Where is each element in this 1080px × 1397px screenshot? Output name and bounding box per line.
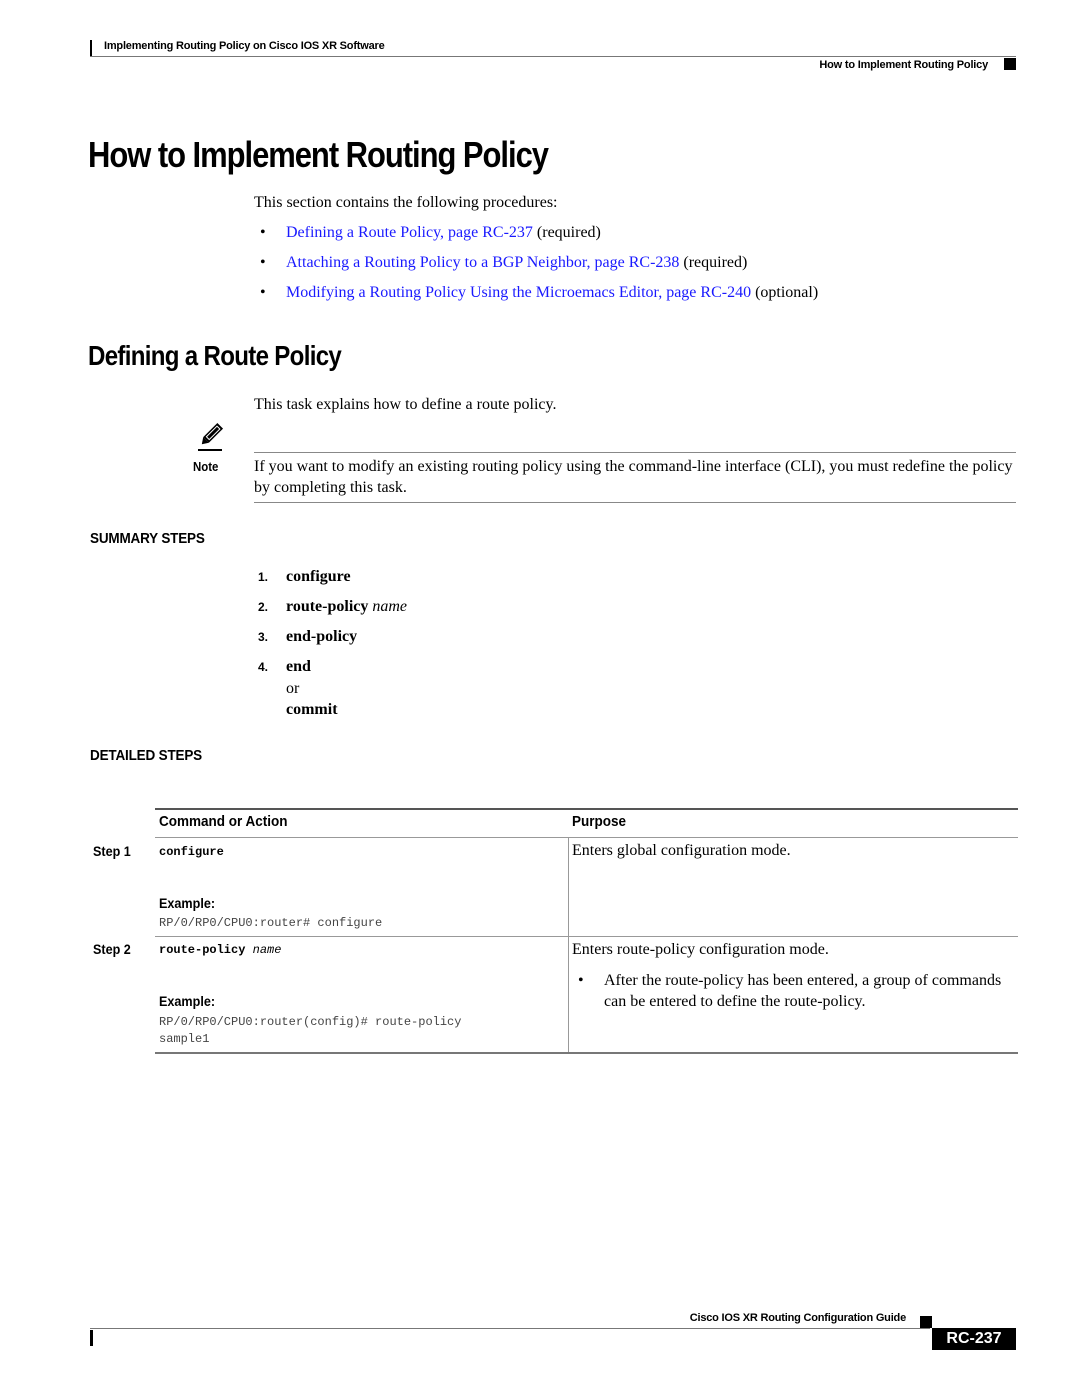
procedure-item: • Modifying a Routing Policy Using the M… [254,284,818,314]
procedure-item: • Defining a Route Policy, page RC-237 (… [254,224,818,254]
purpose-text: Enters global configuration mode. [572,842,791,859]
bullet-icon: • [260,284,266,301]
summary-steps-heading: SUMMARY STEPS [90,530,205,547]
summary-step: 1. configure [258,568,351,586]
table-row-command: configure [159,845,224,859]
footer-bar [90,1330,93,1346]
purpose-bullet-text: After the route-policy has been entered,… [604,972,1002,1010]
footer-marker [920,1316,932,1328]
step-command: end-policy [286,628,358,645]
command-keyword: route-policy [159,943,246,957]
step-number: 1. [258,570,269,584]
procedure-note: (required) [679,254,748,271]
step-label: Step 1 [93,843,131,859]
step-command: route-policy [286,598,369,615]
section-heading: Defining a Route Policy [88,340,342,371]
procedure-list: • Defining a Route Policy, page RC-237 (… [254,224,818,314]
procedure-link-attaching[interactable]: Attaching a Routing Policy to a BGP Neig… [286,254,679,271]
example-code: RP/0/RP0/CPU0:router# configure [159,916,383,930]
step-command: configure [286,568,351,585]
intro-text: This section contains the following proc… [254,194,558,211]
example-code: RP/0/RP0/CPU0:router(config)# route-poli… [159,1014,461,1048]
example-code-line: sample1 [159,1032,210,1046]
bullet-icon: • [578,972,584,989]
note-text: If you want to modify an existing routin… [254,458,1013,496]
summary-step: 2. route-policy name [258,598,407,616]
example-label: Example: [159,895,216,911]
procedure-item: • Attaching a Routing Policy to a BGP Ne… [254,254,818,284]
pencil-note-icon [198,422,224,451]
procedure-note: (required) [532,224,601,241]
alt-command: commit [286,701,338,718]
command-keyword: configure [159,845,224,859]
page-number: RC-237 [932,1328,1016,1350]
footer-guide-title: Cisco IOS XR Routing Configuration Guide [689,1312,906,1324]
or-text: or [286,680,300,697]
table-row-command: route-policy name [159,943,281,957]
footer-rule [90,1328,930,1329]
table-header-rule [155,837,1018,838]
step-number: 2. [258,600,269,614]
table-top-rule [155,808,1018,810]
header-doc-title: Implementing Routing Policy on Cisco IOS… [104,40,385,52]
procedure-link-defining[interactable]: Defining a Route Policy, page RC-237 [286,224,533,241]
step-argument: name [372,598,408,615]
example-label: Example: [159,993,216,1009]
header-marker [1004,58,1016,70]
summary-step: 4. end [258,658,311,676]
header-section-title: How to Implement Routing Policy [819,59,988,71]
bullet-icon: • [260,254,266,271]
table-bottom-rule [155,1052,1018,1054]
step-number: 4. [258,660,269,674]
note-rule [254,502,1016,503]
column-divider [568,838,569,1052]
column-header-command: Command or Action [159,813,288,830]
example-code-line: RP/0/RP0/CPU0:router(config)# route-poli… [159,1015,462,1029]
header-bar [90,40,92,56]
step-label: Step 2 [93,941,131,957]
column-header-purpose: Purpose [572,813,627,830]
page-title: How to Implement Routing Policy [88,134,549,175]
header-rule [90,56,1016,57]
command-argument: name [252,943,282,957]
detailed-steps-heading: DETAILED STEPS [90,747,202,764]
procedure-note: (optional) [751,284,819,301]
purpose-bullet: • After the route-policy has been entere… [578,970,1008,1012]
step-number: 3. [258,630,269,644]
note-rule [254,452,1016,453]
step-command: end [286,658,311,675]
note-label: Note [193,459,219,474]
purpose-text: Enters route-policy configuration mode. [572,941,829,958]
bullet-icon: • [260,224,266,241]
summary-step: 3. end-policy [258,628,357,646]
procedure-link-modifying[interactable]: Modifying a Routing Policy Using the Mic… [286,284,751,301]
task-description: This task explains how to define a route… [254,396,557,413]
table-row-rule [155,936,1018,937]
